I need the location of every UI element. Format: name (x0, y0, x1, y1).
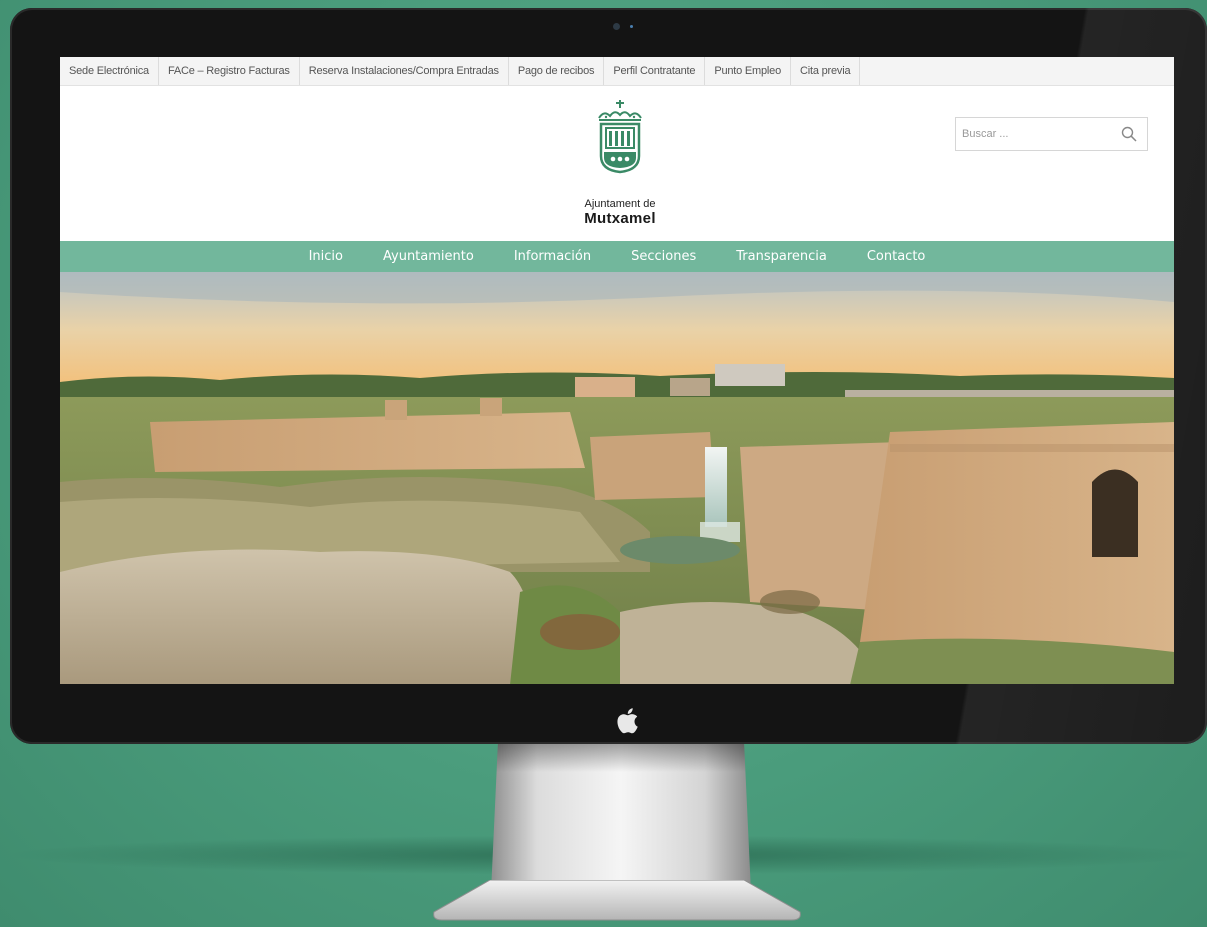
nav-item-ayuntamiento[interactable]: Ayuntamiento (363, 241, 494, 272)
search-input[interactable] (956, 118, 1112, 150)
hero-image (60, 272, 1174, 684)
monitor-base (433, 880, 801, 921)
nav-item-contacto[interactable]: Contacto (847, 241, 946, 272)
link-sede-electronica[interactable]: Sede Electrónica (60, 57, 159, 85)
nav-item-inicio[interactable]: Inicio (289, 241, 363, 272)
link-pago-recibos[interactable]: Pago de recibos (509, 57, 605, 85)
link-cita-previa[interactable]: Cita previa (791, 57, 861, 85)
camera (613, 23, 620, 30)
search-icon[interactable] (1121, 126, 1137, 142)
link-reserva-instalaciones[interactable]: Reserva Instalaciones/Compra Entradas (300, 57, 509, 85)
logo-line-1: Ajuntament de (584, 198, 656, 210)
crowned-shield-icon (598, 100, 642, 174)
site-logo[interactable]: Ajuntament de Mutxamel (550, 98, 690, 227)
logo-line-2: Mutxamel (584, 210, 656, 227)
apple-icon (617, 708, 638, 734)
link-face-registro-facturas[interactable]: FACe – Registro Facturas (159, 57, 300, 85)
top-links-bar: Sede Electrónica FACe – Registro Factura… (60, 57, 1174, 86)
link-punto-empleo[interactable]: Punto Empleo (705, 57, 792, 85)
camera-indicator (630, 25, 633, 28)
site-header: Ajuntament de Mutxamel (60, 86, 1174, 241)
browser-viewport: Sede Electrónica FACe – Registro Factura… (60, 57, 1174, 684)
search-box (955, 117, 1148, 151)
landscape-photo (60, 272, 1174, 684)
nav-item-secciones[interactable]: Secciones (611, 241, 716, 272)
nav-item-informacion[interactable]: Información (494, 241, 611, 272)
stand-shadow (496, 744, 746, 772)
nav-item-transparencia[interactable]: Transparencia (716, 241, 847, 272)
link-perfil-contratante[interactable]: Perfil Contratante (604, 57, 706, 85)
main-navigation: Inicio Ayuntamiento Información Seccione… (60, 241, 1174, 272)
